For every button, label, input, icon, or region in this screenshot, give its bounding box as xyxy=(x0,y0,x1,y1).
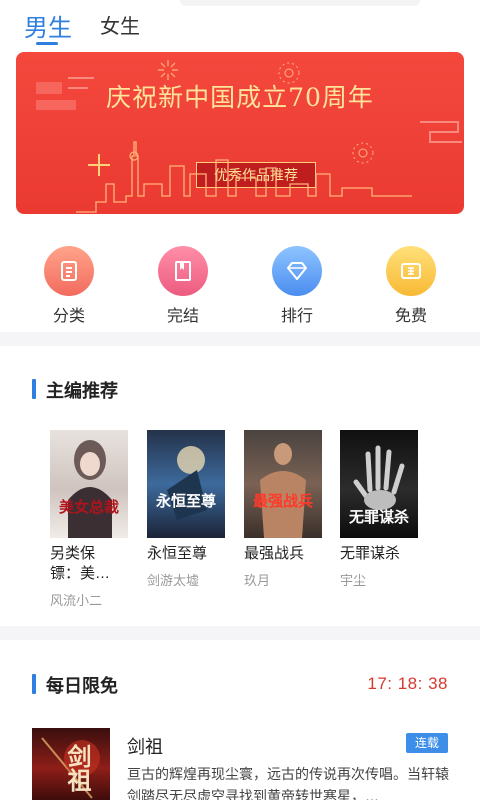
book-cover-title: 无罪谋杀 xyxy=(348,508,409,526)
diamond-icon xyxy=(272,246,322,296)
category-label: 完结 xyxy=(166,308,199,325)
book-card[interactable]: 美女总裁 另类保镖：美… 风流小二 xyxy=(50,430,128,609)
book-title: 另类保镖：美… xyxy=(50,545,111,582)
banner-title: 庆祝新中国成立70周年 xyxy=(106,83,374,112)
book-author: 玖月 xyxy=(244,573,271,588)
book-title: 无罪谋杀 xyxy=(340,545,401,562)
category-free-button[interactable]: 免费 xyxy=(371,246,451,326)
section-divider xyxy=(0,332,480,346)
book-cover-art xyxy=(68,440,112,538)
book-cover-title: 剑祖 xyxy=(63,744,92,792)
category-label: 免费 xyxy=(394,308,427,325)
tab-female[interactable]: 女生 xyxy=(100,10,140,39)
category-shortcuts: 分类 完结 排行 免费 xyxy=(0,246,480,326)
book-card[interactable]: 无罪谋杀 无罪谋杀 宇尘 xyxy=(340,430,418,589)
book-cover-art xyxy=(167,446,207,520)
category-classify-button[interactable]: 分类 xyxy=(29,246,109,326)
book-author: 宇尘 xyxy=(340,573,367,588)
book-cover-title: 最强战兵 xyxy=(252,492,313,510)
free-book-title[interactable]: 剑祖 xyxy=(127,733,163,759)
section-accent-bar xyxy=(32,674,36,694)
section-title: 每日限免 xyxy=(46,676,118,696)
book-author: 剑游太墟 xyxy=(147,573,200,588)
section-accent-bar xyxy=(32,379,36,399)
book-card[interactable]: 永恒至尊 永恒至尊 剑游太墟 xyxy=(147,430,225,589)
section-title: 主编推荐 xyxy=(46,381,118,401)
book-cover[interactable]: 美女总裁 xyxy=(50,430,128,538)
category-label: 排行 xyxy=(280,308,313,325)
book-cover-title: 美女总裁 xyxy=(58,498,119,516)
cloud-decoration-icon xyxy=(16,204,80,214)
free-book-cover[interactable]: 剑祖 xyxy=(32,728,110,800)
city-skyline-graphic xyxy=(76,141,412,213)
book-card[interactable]: 最强战兵 最强战兵 玖月 xyxy=(244,430,322,589)
top-scroll-shadow xyxy=(180,0,420,6)
countdown-timer: 17: 18: 38 xyxy=(367,674,448,693)
top-tab-bar: 男生 女生 xyxy=(0,0,480,48)
book-cover[interactable]: 无罪谋杀 xyxy=(340,430,418,538)
clipboard-icon xyxy=(44,246,94,296)
book-cover[interactable]: 最强战兵 xyxy=(244,430,322,538)
book-title: 最强战兵 xyxy=(244,545,305,562)
free-book-description: 亘古的辉煌再现尘寰，远古的传说再次传唱。当轩辕剑踏尽无尽虚空寻找到黄帝转世寒星，… xyxy=(127,766,449,800)
section-divider xyxy=(0,626,480,640)
book-author: 风流小二 xyxy=(50,593,103,608)
category-label: 分类 xyxy=(52,308,85,325)
book-cover-title: 永恒至尊 xyxy=(155,492,216,510)
active-tab-indicator xyxy=(36,42,58,45)
serializing-badge: 连载 xyxy=(406,733,448,753)
category-ranking-button[interactable]: 排行 xyxy=(257,246,337,326)
category-finished-button[interactable]: 完结 xyxy=(143,246,223,326)
ticket-icon xyxy=(386,246,436,296)
book-icon xyxy=(158,246,208,296)
book-title: 永恒至尊 xyxy=(147,545,208,562)
promo-banner[interactable]: 庆祝新中国成立70周年 优秀作品推荐 xyxy=(16,52,464,214)
tab-male[interactable]: 男生 xyxy=(24,8,72,43)
book-cover-art xyxy=(260,443,306,538)
book-cover[interactable]: 永恒至尊 xyxy=(147,430,225,538)
